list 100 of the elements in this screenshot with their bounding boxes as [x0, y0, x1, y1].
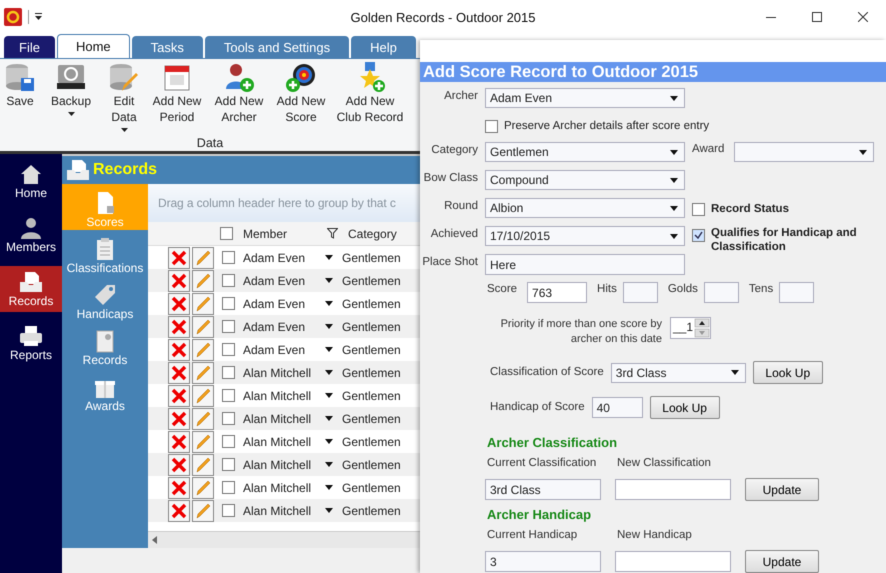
edit-button[interactable]: [192, 500, 214, 522]
dropdown-caret-icon[interactable]: [325, 301, 333, 306]
dropdown-caret-icon[interactable]: [325, 278, 333, 283]
dropdown-caret-icon[interactable]: [325, 485, 333, 490]
edit-button[interactable]: [192, 292, 214, 314]
score-field[interactable]: 763: [527, 282, 588, 303]
subnav-item[interactable]: Handicaps: [62, 276, 148, 322]
priority-spinner[interactable]: __1: [670, 317, 712, 339]
maximize-icon[interactable]: [812, 12, 822, 22]
edit-button[interactable]: [192, 454, 214, 476]
row-checkbox[interactable]: [222, 412, 235, 425]
checkbox[interactable]: [692, 229, 705, 242]
ribbon-button[interactable]: Add New Club Record: [332, 61, 408, 125]
category-dropdown[interactable]: Gentlemen: [485, 142, 685, 162]
delete-button[interactable]: [168, 454, 190, 476]
ribbon-button[interactable]: Add New Score: [270, 61, 332, 125]
dropdown-caret-icon[interactable]: [325, 462, 333, 467]
new-value-field[interactable]: [615, 551, 731, 572]
ribbon-button[interactable]: Add New Archer: [208, 61, 270, 125]
ribbon-button[interactable]: Add New Period: [146, 61, 208, 125]
delete-button[interactable]: [168, 476, 190, 498]
row-checkbox[interactable]: [222, 343, 235, 356]
quick-access-caret-icon[interactable]: [35, 13, 42, 21]
subnav-item[interactable]: Awards: [62, 368, 148, 414]
update-button[interactable]: Update: [745, 550, 819, 573]
edit-button[interactable]: [192, 316, 214, 338]
delete-button[interactable]: [168, 316, 190, 338]
delete-button[interactable]: [168, 270, 190, 292]
row-checkbox[interactable]: [222, 274, 235, 287]
row-checkbox[interactable]: [222, 297, 235, 310]
ribbon-tab[interactable]: Help: [351, 36, 416, 58]
filter-icon[interactable]: [327, 228, 338, 239]
score-field[interactable]: [704, 282, 739, 303]
update-button[interactable]: Update: [745, 478, 819, 501]
date-picker[interactable]: 17/10/2015: [485, 226, 685, 246]
look-up-button[interactable]: Look Up: [752, 361, 823, 384]
delete-button[interactable]: [168, 500, 190, 522]
look-up-button[interactable]: Look Up: [650, 396, 720, 419]
nav-item[interactable]: Home: [0, 158, 62, 204]
column-header[interactable]: Member: [233, 226, 327, 240]
edit-button[interactable]: [192, 362, 214, 384]
archer-dropdown[interactable]: Adam Even: [485, 88, 685, 108]
checkbox[interactable]: [485, 120, 498, 132]
classification-dropdown[interactable]: 3rd Class: [610, 362, 746, 382]
nav-item[interactable]: Members: [0, 212, 62, 258]
dropdown-caret-icon[interactable]: [325, 370, 333, 375]
table-cell-text: Adam Even: [242, 274, 306, 288]
edit-button[interactable]: [192, 430, 214, 452]
place-shot-field[interactable]: Here: [485, 254, 685, 275]
score-field[interactable]: [779, 282, 814, 303]
row-checkbox[interactable]: [222, 481, 235, 494]
row-checkbox[interactable]: [222, 389, 235, 402]
row-checkbox[interactable]: [222, 458, 235, 471]
edit-button[interactable]: [192, 476, 214, 498]
delete-button[interactable]: [168, 430, 190, 452]
delete-button[interactable]: [168, 408, 190, 430]
select-all-checkbox[interactable]: [220, 227, 233, 240]
edit-button[interactable]: [192, 246, 214, 268]
dropdown-caret-icon[interactable]: [325, 508, 333, 513]
current-value-field[interactable]: 3rd Class: [485, 479, 601, 500]
subnav-item[interactable]: Classifications: [62, 230, 148, 276]
dropdown-caret-icon[interactable]: [325, 439, 333, 444]
edit-button[interactable]: [192, 408, 214, 430]
delete-button[interactable]: [168, 292, 190, 314]
nav-item[interactable]: Records: [0, 266, 62, 312]
edit-button[interactable]: [192, 270, 214, 292]
edit-button[interactable]: [192, 384, 214, 406]
delete-button[interactable]: [168, 246, 190, 268]
subnav-item[interactable]: Records: [62, 322, 148, 368]
delete-button[interactable]: [168, 338, 190, 360]
delete-button[interactable]: [168, 384, 190, 406]
row-checkbox[interactable]: [222, 320, 235, 333]
ribbon-tab[interactable]: Home: [56, 34, 130, 58]
dropdown-caret-icon[interactable]: [325, 416, 333, 421]
current-value-field[interactable]: 3: [485, 551, 601, 572]
row-checkbox[interactable]: [222, 251, 235, 264]
checkbox[interactable]: [692, 202, 705, 216]
file-menu-tab[interactable]: File: [4, 36, 55, 58]
dropdown-caret-icon[interactable]: [325, 393, 333, 398]
row-checkbox[interactable]: [222, 504, 235, 517]
edit-button[interactable]: [192, 338, 214, 360]
row-checkbox[interactable]: [222, 435, 235, 448]
delete-button[interactable]: [168, 362, 190, 384]
ribbon-button[interactable]: Edit Data: [102, 61, 146, 132]
ribbon-tab[interactable]: Tasks: [132, 36, 203, 58]
bow-class-dropdown[interactable]: Compound: [485, 170, 685, 190]
minimize-icon[interactable]: [766, 16, 776, 18]
round-dropdown[interactable]: Albion: [485, 198, 685, 218]
dropdown-caret-icon[interactable]: [325, 347, 333, 352]
dropdown-caret-icon[interactable]: [325, 255, 333, 260]
ribbon-button[interactable]: Save: [0, 61, 40, 109]
score-field[interactable]: [622, 282, 658, 303]
ribbon-button[interactable]: Backup: [40, 61, 102, 116]
nav-item[interactable]: Reports: [0, 320, 62, 366]
new-value-field[interactable]: [615, 479, 731, 500]
row-checkbox[interactable]: [222, 366, 235, 379]
handicap-field[interactable]: 40: [592, 397, 643, 418]
ribbon-tab[interactable]: Tools and Settings: [204, 36, 350, 58]
close-icon[interactable]: [858, 12, 868, 22]
dropdown-caret-icon[interactable]: [325, 324, 333, 329]
